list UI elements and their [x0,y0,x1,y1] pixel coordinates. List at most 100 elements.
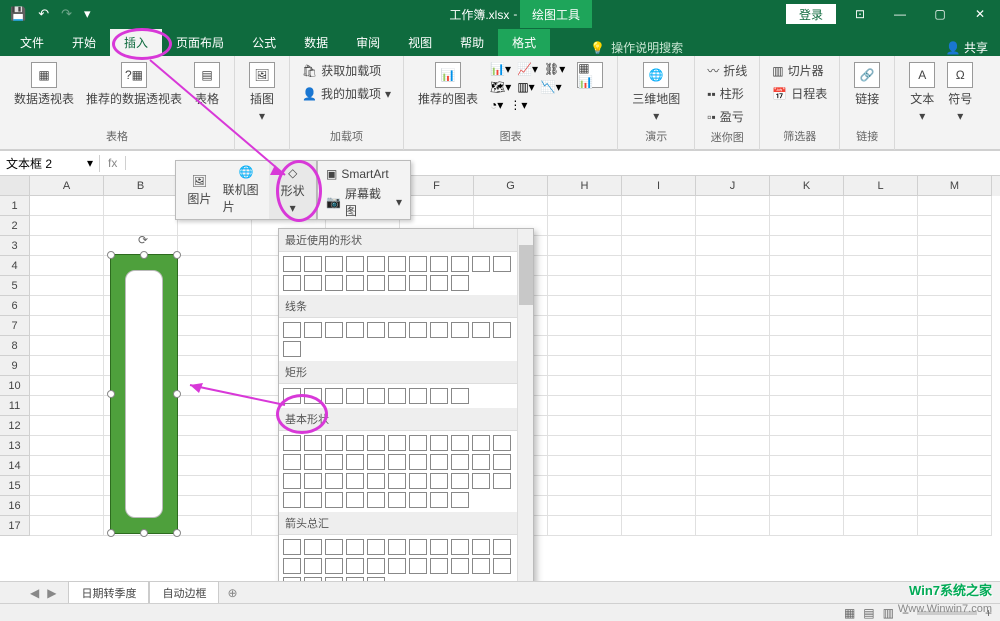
slicer-button[interactable]: ▥切片器 [768,60,831,81]
illustrations-button[interactable]: 🖼插图▾ [243,60,281,125]
symbol-button[interactable]: Ω符号▾ [941,60,979,125]
shape-option[interactable] [304,454,322,470]
shape-option[interactable] [346,454,364,470]
cell[interactable] [30,196,104,216]
shape-option[interactable] [367,275,385,291]
shape-option[interactable] [430,435,448,451]
cell[interactable] [770,196,844,216]
cell[interactable] [548,356,622,376]
tab-layout[interactable]: 页面布局 [162,29,238,56]
shape-option[interactable] [430,473,448,489]
cell[interactable] [696,416,770,436]
column-header[interactable]: L [844,176,918,196]
shape-option[interactable] [472,322,490,338]
cell[interactable] [548,336,622,356]
cell[interactable] [918,436,992,456]
shape-option[interactable] [325,435,343,451]
cell[interactable] [622,456,696,476]
table-button[interactable]: ▤表格 [188,60,226,109]
cell[interactable] [622,416,696,436]
cell[interactable] [696,236,770,256]
shape-option[interactable] [388,256,406,272]
shape-option[interactable] [409,454,427,470]
shape-option[interactable] [325,492,343,508]
shape-option[interactable] [493,435,511,451]
view-break-icon[interactable]: ▥ [883,606,894,620]
shape-option[interactable] [346,492,364,508]
cell[interactable] [622,316,696,336]
shape-option[interactable] [451,558,469,574]
cell[interactable] [548,416,622,436]
shape-option[interactable] [430,558,448,574]
cell[interactable] [178,236,252,256]
share-button[interactable]: 👤 共享 [946,39,988,56]
sparkline-winloss[interactable]: ▫▪盈亏 [703,106,751,127]
rec-charts-button[interactable]: 📊推荐的图表 [412,60,484,114]
cell[interactable] [622,516,696,536]
cell[interactable] [30,496,104,516]
cell[interactable] [844,356,918,376]
cell[interactable] [696,456,770,476]
cell[interactable] [844,316,918,336]
shape-option[interactable] [304,473,322,489]
column-header[interactable]: F [400,176,474,196]
tab-help[interactable]: 帮助 [446,29,498,56]
row-header[interactable]: 17 [0,516,30,536]
view-normal-icon[interactable]: ▦ [844,606,855,620]
cell[interactable] [622,256,696,276]
shape-option[interactable] [325,539,343,555]
shape-option[interactable] [472,539,490,555]
shape-option[interactable] [325,558,343,574]
sheet-nav-prev-icon[interactable]: ◀ [30,586,39,600]
cell[interactable] [696,196,770,216]
cell[interactable] [178,436,252,456]
cell[interactable] [30,376,104,396]
shape-option[interactable] [451,388,469,404]
cell[interactable] [696,496,770,516]
cell[interactable] [548,276,622,296]
row-header[interactable]: 13 [0,436,30,456]
cell[interactable] [30,436,104,456]
redo-icon[interactable]: ↷ [61,6,72,22]
cell[interactable] [30,396,104,416]
cell[interactable] [918,316,992,336]
gallery-scrollbar[interactable] [517,229,533,585]
pivot-table-button[interactable]: ▦数据透视表 [8,60,80,109]
cell[interactable] [770,336,844,356]
shape-option[interactable] [304,492,322,508]
shape-option[interactable] [472,435,490,451]
shape-option[interactable] [451,492,469,508]
cell[interactable] [844,336,918,356]
cell[interactable] [30,236,104,256]
sparkline-line[interactable]: 〰折线 [703,60,751,81]
cell[interactable] [770,516,844,536]
shape-option[interactable] [283,558,301,574]
screenshot-button[interactable]: 📷屏幕截图 ▾ [322,183,406,221]
row-header[interactable]: 1 [0,196,30,216]
shape-option[interactable] [346,473,364,489]
cell[interactable] [178,376,252,396]
cell[interactable] [622,296,696,316]
row-header[interactable]: 4 [0,256,30,276]
shape-option[interactable] [283,388,301,404]
link-button[interactable]: 🔗链接 [848,60,886,109]
cell[interactable] [918,516,992,536]
cell[interactable] [844,476,918,496]
shape-option[interactable] [409,492,427,508]
cell[interactable] [30,456,104,476]
shape-option[interactable] [283,539,301,555]
cell[interactable] [844,216,918,236]
shape-option[interactable] [388,388,406,404]
cell[interactable] [622,396,696,416]
cell[interactable] [844,496,918,516]
cell[interactable] [844,276,918,296]
shape-option[interactable] [409,473,427,489]
cell[interactable] [30,296,104,316]
row-header[interactable]: 3 [0,236,30,256]
tab-formula[interactable]: 公式 [238,29,290,56]
cell[interactable] [622,276,696,296]
shape-option[interactable] [325,322,343,338]
shape-option[interactable] [493,454,511,470]
cell[interactable] [622,336,696,356]
row-header[interactable]: 8 [0,336,30,356]
